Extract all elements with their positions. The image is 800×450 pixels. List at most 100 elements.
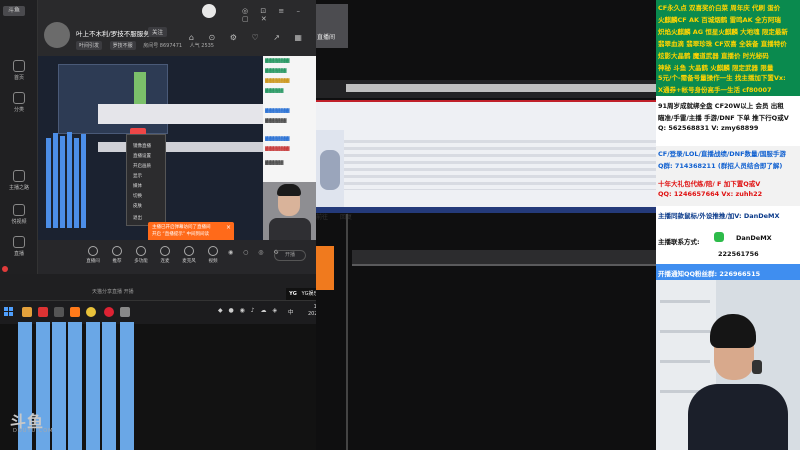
avatar[interactable] bbox=[44, 22, 70, 48]
sidebar-item-video[interactable]: 悦视频 bbox=[0, 204, 38, 225]
live-icon bbox=[13, 236, 25, 248]
info-panel: CF永久点 双喜奖价白菜 周年庆 代刷 蛋价 火麒麟CF AK 百城烟鹤 雷鸣A… bbox=[656, 0, 800, 450]
menu-item[interactable]: 媒体 bbox=[133, 183, 142, 189]
follow-button[interactable]: 关注 bbox=[148, 27, 168, 37]
preview-bar bbox=[60, 136, 65, 228]
menu-item[interactable]: 显示 bbox=[133, 173, 142, 179]
streamer-body bbox=[688, 384, 788, 450]
center-display: 直播间 前往 回复 bbox=[316, 0, 656, 450]
toolbar-button-recommend[interactable]: 推荐 bbox=[106, 246, 128, 264]
page-tab[interactable]: 前往 bbox=[316, 214, 328, 221]
start-stream-button[interactable]: 开播 bbox=[274, 250, 306, 261]
input-language-indicator[interactable]: 中 bbox=[288, 308, 294, 316]
service-block: 91周岁成就绑全盘 CF20W以上 会员 出租 瞄准/手雷/主播 手游/DNF … bbox=[656, 96, 800, 146]
menu-item[interactable]: 开启画质 bbox=[133, 163, 151, 169]
toolbar-button-video[interactable]: 视频 bbox=[202, 246, 224, 264]
thumbnail-image: 直播间 bbox=[316, 4, 348, 48]
footer-text: 天猫分享直播 开播 bbox=[92, 289, 134, 295]
streamer-camera bbox=[656, 280, 800, 450]
window-controls[interactable]: ◎ ⊡ ≡ – ▢ ✕ bbox=[242, 7, 316, 23]
audio-bar bbox=[102, 322, 116, 450]
chat-line: ▓▓▓▓▓▓▓▓ bbox=[265, 58, 290, 63]
menu-item[interactable]: 镜像直播 bbox=[133, 143, 151, 149]
toolbar-button-room[interactable]: 直播间 bbox=[82, 246, 104, 264]
chat-line: ▓▓▓▓▓▓▓▓ bbox=[265, 136, 290, 141]
star-icon bbox=[13, 170, 25, 182]
gray-bar bbox=[352, 250, 656, 264]
group-line: 十年大礼包代练/陪/ F 加下置Q或V bbox=[658, 180, 761, 188]
system-tray-icons[interactable]: ◆ ● ◉ ♪ ☁ ◈ bbox=[218, 307, 279, 314]
group-line: Q群: 714368211 (群招人员结合即了解) bbox=[658, 162, 783, 170]
figure-image bbox=[316, 130, 344, 210]
toolbar-button-mic[interactable]: 麦克风 bbox=[178, 246, 200, 264]
preview-bar bbox=[53, 133, 58, 228]
bottom-toolbar: 直播间 推荐 多功能 连麦 麦克风 视频 ◉ ○ ◎ ⚙ 开播 bbox=[38, 240, 316, 274]
preview-bar bbox=[46, 138, 51, 228]
notice-line: 开启 “直播提示” 中间到间读 bbox=[152, 232, 210, 237]
notice-toast[interactable]: 主播已开启弹幕访问了直播间 开启 “直播提示” 中间到间读 × bbox=[148, 222, 234, 242]
chat-line: ▓▓▓▓▓▓ bbox=[265, 160, 284, 165]
connect-icon bbox=[160, 246, 170, 256]
app-logo: 斗鱼 bbox=[3, 6, 25, 16]
group-line: CF/登录/LOL/直播战绩/DNF数量/国服手游 bbox=[658, 150, 786, 158]
preview-bar bbox=[74, 138, 79, 228]
room-title: 叶上不木利/罗技不服服务一 bbox=[76, 30, 157, 38]
contact-wechat: DanDeMX bbox=[736, 234, 772, 242]
divider bbox=[346, 214, 348, 450]
promo-line: 5元/个-需备号量操作一生 找主播加下置Vx: bbox=[658, 74, 786, 82]
app-footer: 天猫分享直播 开播 bbox=[0, 274, 316, 300]
room-icon bbox=[88, 246, 98, 256]
wechat-icon bbox=[714, 232, 724, 242]
thumbnail-caption: 直播间 bbox=[317, 34, 336, 41]
qq-group-text: 开播通知QQ粉丝群: 226966515 bbox=[658, 270, 761, 278]
menu-item[interactable]: 退出 bbox=[133, 215, 142, 221]
service-line: 瞄准/手雷/主播 手游/DNF 下单 推下行Q或V bbox=[658, 114, 789, 122]
contact-qq: 222561756 bbox=[718, 250, 759, 258]
room-meta: 叶间引发 罗技不服 房间号 8697471 人气 2535 bbox=[76, 41, 220, 50]
chat-line: ▓▓▓▓▓▓▓ bbox=[265, 118, 287, 123]
room-tag[interactable]: 罗技不服 bbox=[109, 41, 136, 50]
audio-bar bbox=[68, 322, 82, 450]
headset-mic bbox=[752, 360, 762, 374]
promo-line: X通券+帐号身份高手一生活 cf80007 bbox=[658, 86, 772, 94]
sidebar-item-label: 直播 bbox=[13, 251, 24, 257]
sidebar-item-home[interactable]: 首页 bbox=[0, 60, 38, 81]
promo-block: CF永久点 双喜奖价白菜 周年庆 代刷 蛋价 火麒麟CF AK 百城烟鹤 雷鸣A… bbox=[656, 0, 800, 96]
audio-bar bbox=[120, 322, 134, 450]
chat-line: ▓▓▓▓▓▓▓▓ bbox=[265, 146, 290, 151]
menu-item[interactable]: 切换 bbox=[133, 193, 142, 199]
promo-line: 火麒麟CF AK 百城烟鹤 雷鸣AK 全方阿瑞 bbox=[658, 16, 781, 24]
douyu-watermark-sub: DOUYU.COM bbox=[13, 428, 54, 434]
promo-line: 炽焰火麒麟 AG 恒星火麒麟 大地魂 限定最新 bbox=[658, 28, 788, 36]
menu-item[interactable]: 皮肤 bbox=[133, 203, 142, 209]
context-menu: 镜像直播 直播设置 开启画质 显示 媒体 切换 皮肤 退出 bbox=[126, 134, 166, 226]
sidebar-item-streamer[interactable]: 主播之路 bbox=[0, 170, 38, 191]
gray-line bbox=[352, 264, 656, 266]
room-tag[interactable]: 叶间引发 bbox=[76, 41, 103, 50]
chat-line: ▓▓▓▓▓▓▓▓ bbox=[265, 78, 290, 83]
toolbar-button-connect[interactable]: 连麦 bbox=[154, 246, 176, 264]
notice-line: 主播已开启弹幕访问了直播间 bbox=[152, 225, 211, 230]
close-icon[interactable]: × bbox=[226, 224, 231, 231]
header-tools[interactable]: ⌂ ⊙ ⚙ ♡ ↗ ▦ bbox=[189, 33, 308, 42]
toolbar-button-multi[interactable]: 多功能 bbox=[130, 246, 152, 264]
notification-dot bbox=[2, 266, 8, 272]
progress-bar bbox=[346, 84, 656, 92]
recommend-icon bbox=[112, 246, 122, 256]
menu-item[interactable]: 直播设置 bbox=[133, 153, 151, 159]
promo-line: 神秘 斗鱼 大晶鹤 火麒麟 限定武器 限量 bbox=[658, 64, 774, 72]
preview-bars bbox=[46, 128, 86, 228]
room-id: 房间号 8697471 bbox=[143, 43, 183, 49]
chat-line: ▓▓▓▓▓▓ bbox=[265, 88, 284, 93]
preview-bar bbox=[67, 132, 72, 228]
microphone-icon bbox=[184, 246, 194, 256]
sidebar-item-label: 首页 bbox=[13, 75, 24, 81]
room-popularity: 人气 2535 bbox=[189, 43, 214, 49]
contact-block: 主播同款鼠标/外设推推/加V: DanDeMX 主播联系方式: DanDeMX … bbox=[656, 206, 800, 264]
sidebar-item-category[interactable]: 分类 bbox=[0, 92, 38, 113]
toolbar-label: 推荐 bbox=[112, 259, 122, 264]
audio-bar bbox=[86, 322, 100, 450]
sidebar-item-live[interactable]: 直播 bbox=[0, 236, 38, 257]
preview-band bbox=[98, 142, 263, 152]
room-header: ◎ ⊡ ≡ – ▢ ✕ 叶上不木利/罗技不服服务一 关注 叶间引发 罗技不服 房… bbox=[38, 0, 316, 56]
